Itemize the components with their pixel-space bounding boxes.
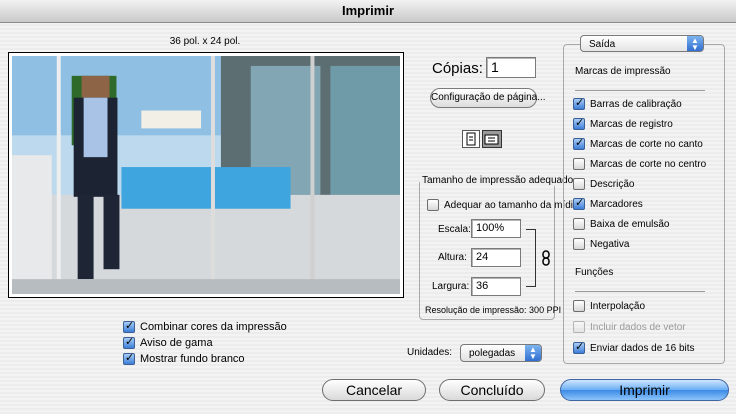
checkbox-label: Marcas de corte no canto <box>590 138 703 150</box>
fit-media-box[interactable] <box>427 199 439 212</box>
checkbox-checked[interactable] <box>123 335 135 350</box>
output-popup[interactable]: Saída ▲ ▼ <box>580 35 704 52</box>
functions-title: Funções <box>575 267 614 278</box>
copies-label: Cópias: <box>432 60 483 77</box>
mark-option-7[interactable]: Negativa <box>573 238 630 251</box>
cancel-button[interactable]: Cancelar <box>322 379 426 401</box>
checkbox-checked[interactable] <box>573 196 585 211</box>
checkbox-checked[interactable] <box>573 116 585 131</box>
units-popup[interactable]: polegadas ▲ ▼ <box>460 344 542 362</box>
checkbox-label: Interpolação <box>590 300 646 312</box>
popup-arrows-icon: ▲ ▼ <box>687 36 703 52</box>
checkbox-label: Marcadores <box>590 198 643 210</box>
link-bracket <box>526 229 536 287</box>
mark-option-5[interactable]: Marcadores <box>573 196 643 211</box>
checkbox-checked[interactable] <box>573 340 585 355</box>
function-option-1: Incluir dados de vetor <box>573 321 686 334</box>
function-option-0[interactable]: Interpolação <box>573 300 646 313</box>
chain-link-icon[interactable] <box>540 250 552 266</box>
preview-size-label: 36 pol. x 24 pol. <box>169 36 241 47</box>
mark-option-2[interactable]: Marcas de corte no canto <box>573 136 703 151</box>
mark-option-3[interactable]: Marcas de corte no centro <box>573 158 707 171</box>
checkbox-label: Marcas de corte no centro <box>590 158 707 170</box>
units-label: Unidades: <box>407 347 453 358</box>
checkbox-label: Mostrar fundo branco <box>140 353 245 366</box>
checkbox[interactable] <box>573 158 585 171</box>
resolution-text: Resolução de impressão: 300 PPI <box>425 305 562 315</box>
done-button[interactable]: Concluído <box>439 379 545 401</box>
checkbox-checked[interactable] <box>123 351 135 366</box>
mark-option-0[interactable]: Barras de calibração <box>573 96 682 111</box>
mark-option-1[interactable]: Marcas de registro <box>573 116 673 131</box>
separator <box>575 90 705 91</box>
checkbox <box>573 321 585 334</box>
width-input[interactable]: 36 <box>471 277 521 296</box>
print-size-title: Tamanho de impressão adequado <box>420 175 576 186</box>
mark-option-4[interactable]: Descrição <box>573 178 635 191</box>
checkbox-label: Barras de calibração <box>590 98 682 110</box>
window-title: Imprimir <box>0 0 736 23</box>
checkbox-checked[interactable] <box>573 96 585 111</box>
checkbox[interactable] <box>573 238 585 251</box>
checkbox-label: Combinar cores da impressão <box>140 321 287 334</box>
units-value: polegadas <box>469 348 516 359</box>
preview-photo <box>12 56 400 294</box>
copies-input[interactable]: 1 <box>486 57 536 78</box>
landscape-icon[interactable] <box>482 130 502 148</box>
popup-arrows-icon: ▲ ▼ <box>525 345 541 361</box>
marks-title: Marcas de impressão <box>575 66 671 77</box>
output-popup-value: Saída <box>589 39 616 50</box>
checkbox-label: Descrição <box>590 178 635 190</box>
height-label: Altura: <box>438 252 467 263</box>
checkbox-label: Enviar dados de 16 bits <box>590 342 695 354</box>
checkbox-label: Marcas de registro <box>590 118 673 130</box>
function-option-2[interactable]: Enviar dados de 16 bits <box>573 340 695 355</box>
fit-media-checkbox[interactable]: Adequar ao tamanho da mídia <box>427 199 579 212</box>
checkbox[interactable] <box>573 218 585 231</box>
checkbox-label: Negativa <box>590 238 630 250</box>
color-option-1[interactable]: Aviso de gama <box>123 335 213 350</box>
color-option-0[interactable]: Combinar cores da impressão <box>123 319 287 334</box>
checkbox[interactable] <box>573 178 585 191</box>
color-option-2[interactable]: Mostrar fundo branco <box>123 351 245 366</box>
portrait-icon[interactable] <box>462 130 480 148</box>
checkbox-label: Incluir dados de vetor <box>590 321 686 333</box>
print-preview[interactable] <box>8 52 404 298</box>
mark-option-6[interactable]: Baixa de emulsão <box>573 218 670 231</box>
scale-input[interactable]: 100% <box>471 219 521 238</box>
width-label: Largura: <box>432 281 470 292</box>
height-input[interactable]: 24 <box>471 248 521 267</box>
separator <box>575 291 705 292</box>
print-button[interactable]: Imprimir <box>560 379 729 401</box>
scale-label: Escala: <box>438 224 471 235</box>
checkbox-label: Aviso de gama <box>140 337 213 350</box>
checkbox[interactable] <box>573 300 585 313</box>
checkbox-checked[interactable] <box>123 319 135 334</box>
checkbox-checked[interactable] <box>573 136 585 151</box>
checkbox-label: Baixa de emulsão <box>590 218 670 230</box>
page-setup-button[interactable]: Configuração de página... <box>430 88 546 108</box>
